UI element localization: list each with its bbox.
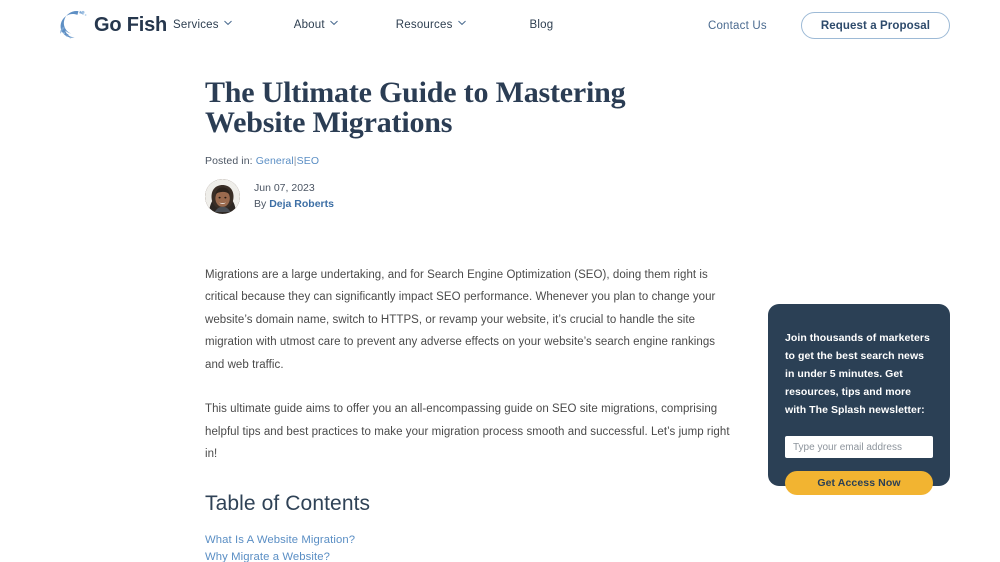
newsletter-signup-card: Join thousands of marketers to get the b… — [768, 304, 950, 496]
posted-in-meta: Posted in: General|SEO — [205, 155, 730, 167]
list-item: What Is A Website Migration? — [205, 532, 730, 549]
brand-name: Go Fish — [94, 13, 168, 36]
request-a-proposal-button[interactable]: Request a Proposal — [800, 12, 950, 39]
posted-in-label: Posted in: — [205, 155, 253, 167]
get-access-now-button[interactable]: Get Access Now — [785, 471, 933, 496]
chevron-down-icon — [330, 20, 338, 28]
contact-us-link[interactable]: Contact Us — [708, 20, 767, 32]
table-of-contents-list: What Is A Website Migration? Why Migrate… — [205, 532, 730, 562]
chevron-down-icon — [457, 20, 466, 28]
nav-item-label: Resources — [395, 19, 453, 31]
nav-item-resources[interactable]: Resources — [396, 19, 466, 31]
list-item: Why Migrate a Website? — [205, 549, 730, 562]
article-body: Migrations are a large undertaking, and … — [205, 264, 730, 465]
by-label: By — [254, 197, 267, 210]
article: The Ultimate Guide to Mastering Website … — [205, 78, 730, 562]
nav-item-label: Services — [173, 19, 219, 31]
nav-item-about[interactable]: About — [294, 19, 338, 31]
page-title: The Ultimate Guide to Mastering Website … — [205, 76, 626, 139]
newsletter-copy: Join thousands of marketers to get the b… — [785, 332, 930, 417]
nav-item-label: About — [293, 19, 325, 31]
email-input[interactable] — [785, 436, 933, 459]
toc-link[interactable]: Why Migrate a Website? — [205, 549, 730, 562]
category-link-general[interactable]: General — [256, 155, 294, 167]
nav-item-services[interactable]: Services — [173, 19, 232, 31]
chevron-down-icon — [223, 20, 232, 28]
fish-splash-logo-icon — [58, 9, 88, 40]
nav-item-blog[interactable]: Blog — [530, 19, 554, 31]
byline: Jun 07, 2023 By Deja Roberts — [205, 179, 730, 214]
nav-item-label: Blog — [529, 19, 554, 31]
brand-logo-link[interactable]: Go Fish — [58, 9, 167, 40]
category-link-seo[interactable]: SEO — [297, 155, 319, 167]
post-author: By Deja Roberts — [254, 197, 334, 212]
paragraph: This ultimate guide aims to offer you an… — [205, 403, 730, 460]
site-header: Go Fish Services About Resources Blog Co… — [0, 0, 1000, 52]
paragraph: Migrations are a large undertaking, and … — [205, 269, 716, 371]
author-link[interactable]: Deja Roberts — [269, 198, 334, 210]
byline-text: Jun 07, 2023 By Deja Roberts — [254, 181, 334, 211]
post-date: Jun 07, 2023 — [254, 182, 315, 195]
toc-link[interactable]: What Is A Website Migration? — [205, 532, 730, 549]
header-actions: Contact Us Request a Proposal — [708, 12, 1000, 39]
avatar — [205, 179, 240, 214]
table-of-contents-heading: Table of Contents — [205, 492, 371, 516]
main-navigation: Services About Resources Blog — [173, 19, 553, 31]
